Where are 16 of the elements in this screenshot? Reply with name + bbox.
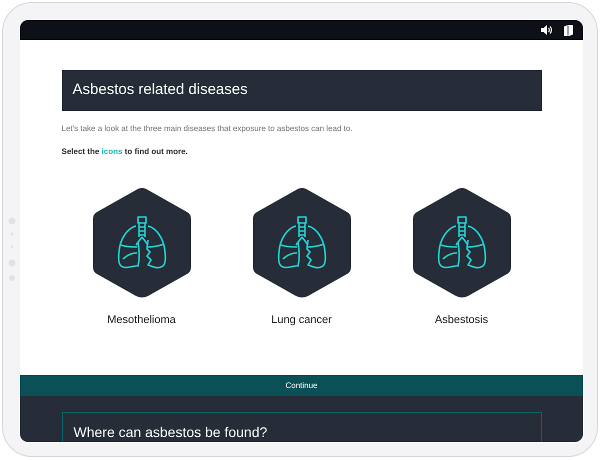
instruction-text: Select the icons to find out more. xyxy=(62,146,189,158)
lungs-icon xyxy=(276,215,326,271)
hexagon-button[interactable] xyxy=(252,186,352,300)
disease-label: Lung cancer xyxy=(271,313,332,328)
heading: Asbestos related diseases xyxy=(72,80,248,100)
continue-button[interactable]: Continue xyxy=(20,375,583,396)
disease-label: Asbestosis xyxy=(434,313,488,328)
lungs-icon xyxy=(436,215,486,271)
hexagon-button[interactable] xyxy=(92,186,192,300)
intro-text: Let's take a look at the three main diseases that exposure to asbestos can lead to. xyxy=(62,123,354,135)
disease-label: Mesothelioma xyxy=(107,313,176,328)
book-icon[interactable] xyxy=(564,24,573,36)
speaker-icon[interactable] xyxy=(541,25,552,35)
lungs-icon xyxy=(116,215,166,271)
hexagon-button[interactable] xyxy=(412,186,512,300)
section-title: Where can asbestos be found? xyxy=(74,423,268,441)
